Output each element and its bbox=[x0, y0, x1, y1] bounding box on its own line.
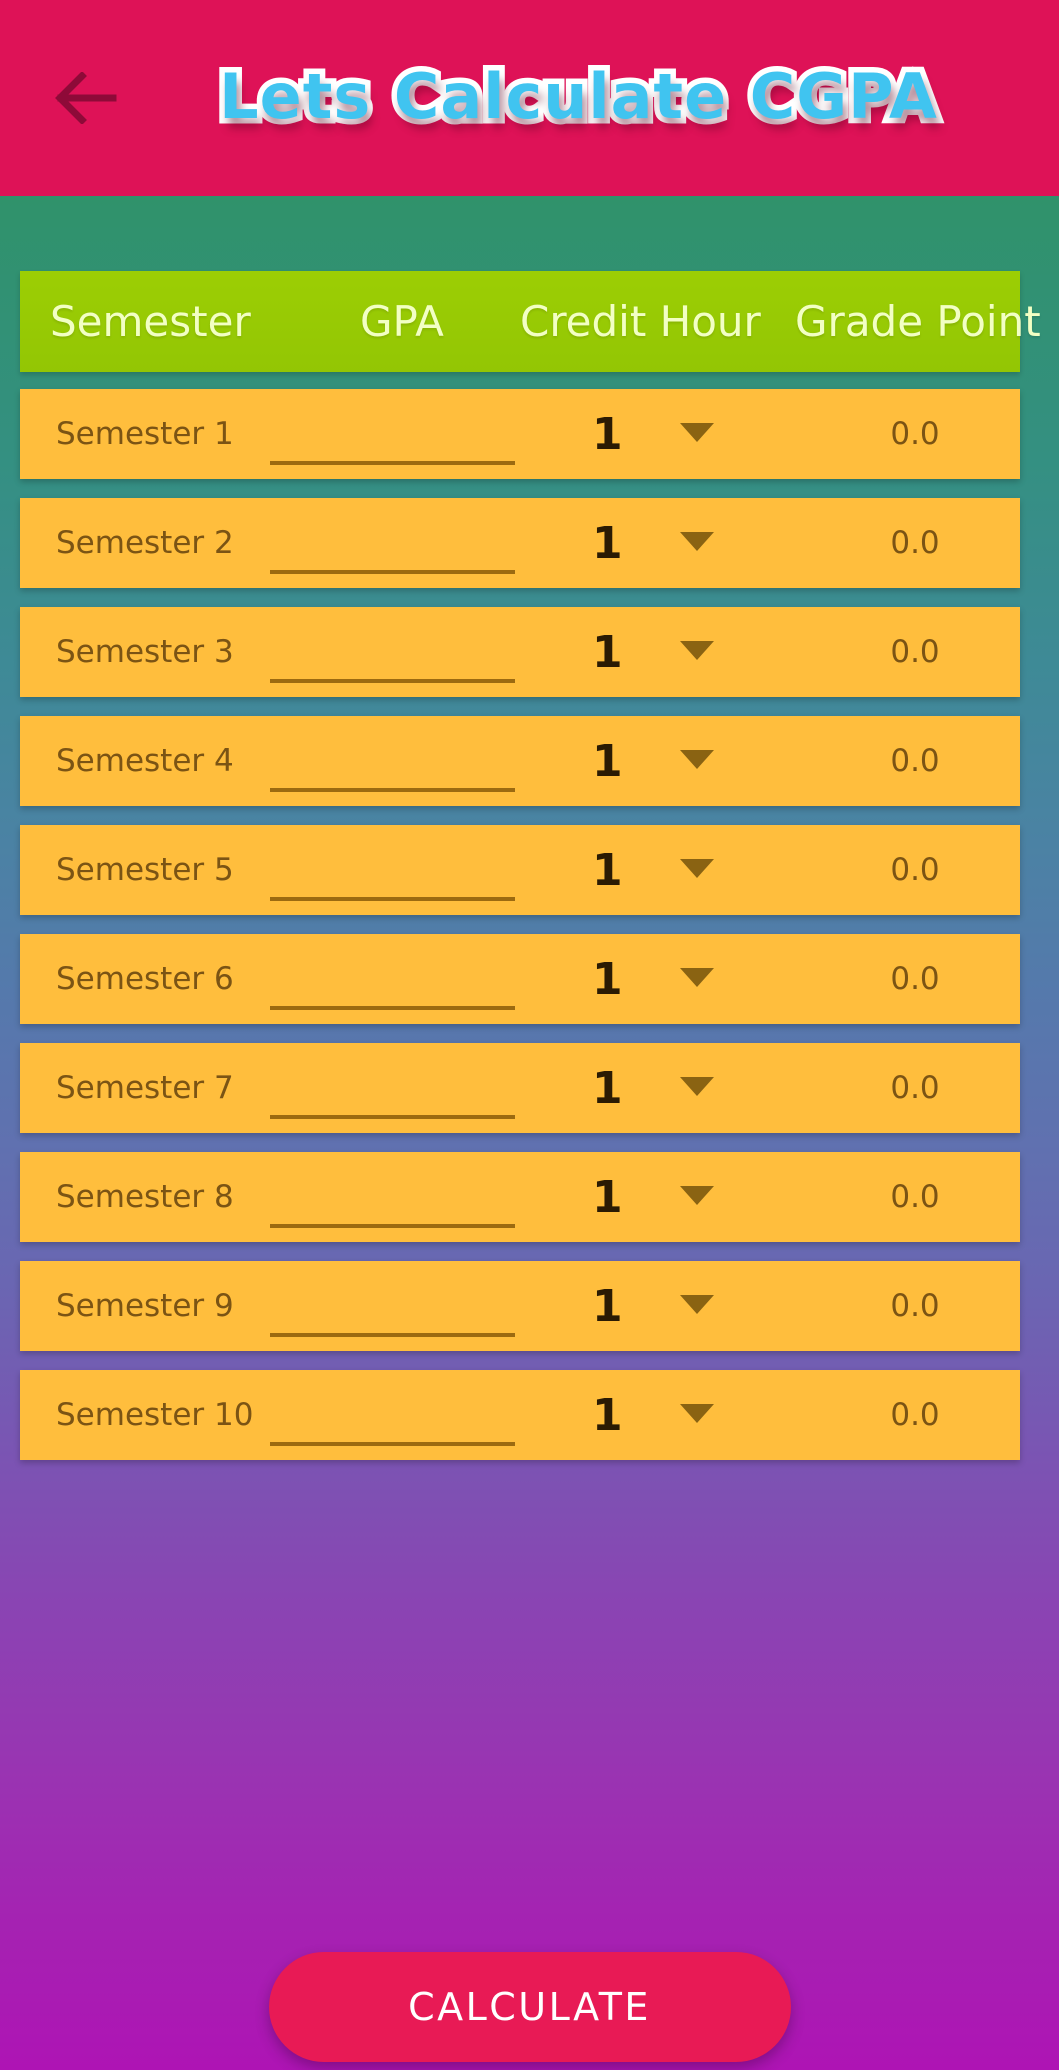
credit-hour-dropdown[interactable]: 1 bbox=[560, 1057, 795, 1119]
grade-point-value: 0.0 bbox=[890, 1179, 940, 1215]
chevron-down-icon bbox=[678, 1074, 716, 1102]
table-row: Semester 3 1 0.0 bbox=[20, 607, 1020, 697]
table-row: Semester 1 1 0.0 bbox=[20, 389, 1020, 479]
table-row: Semester 7 1 0.0 bbox=[20, 1043, 1020, 1133]
credit-hour-dropdown[interactable]: 1 bbox=[560, 1275, 795, 1337]
gpa-field-container bbox=[270, 948, 515, 1010]
table-body: Semester 1 1 0.0 Semester 2 1 0.0 Semester 3 1 0… bbox=[20, 389, 1020, 1460]
credit-hour-dropdown[interactable]: 1 bbox=[560, 621, 795, 683]
gpa-input[interactable] bbox=[270, 621, 515, 683]
semester-label: Semester 9 bbox=[56, 1288, 234, 1324]
credit-hour-value: 1 bbox=[592, 735, 623, 787]
app-bar: Lets Calculate CGPA bbox=[0, 0, 1059, 196]
grade-point-value: 0.0 bbox=[890, 1397, 940, 1433]
chevron-down-icon bbox=[678, 856, 716, 884]
gpa-input[interactable] bbox=[270, 730, 515, 792]
table-row: Semester 2 1 0.0 bbox=[20, 498, 1020, 588]
semester-label: Semester 4 bbox=[56, 743, 234, 779]
grade-point-value: 0.0 bbox=[890, 634, 940, 670]
semester-label: Semester 3 bbox=[56, 634, 234, 670]
credit-hour-value: 1 bbox=[592, 626, 623, 678]
gpa-field-container bbox=[270, 403, 515, 465]
chevron-down-icon bbox=[678, 1183, 716, 1211]
calculate-button-container: CALCULATE bbox=[0, 1952, 1059, 2062]
column-header-gpa: GPA bbox=[360, 297, 444, 346]
credit-hour-value: 1 bbox=[592, 1389, 623, 1441]
grade-point-value: 0.0 bbox=[890, 961, 940, 997]
back-arrow-icon bbox=[55, 72, 117, 124]
credit-hour-dropdown[interactable]: 1 bbox=[560, 839, 795, 901]
credit-hour-dropdown[interactable]: 1 bbox=[560, 403, 795, 465]
gpa-input[interactable] bbox=[270, 1275, 515, 1337]
semester-label: Semester 2 bbox=[56, 525, 234, 561]
gpa-field-container bbox=[270, 730, 515, 792]
gpa-field-container bbox=[270, 1166, 515, 1228]
grade-point-value: 0.0 bbox=[890, 1288, 940, 1324]
credit-hour-value: 1 bbox=[592, 844, 623, 896]
grade-point-value: 0.0 bbox=[890, 852, 940, 888]
back-button[interactable] bbox=[34, 46, 138, 150]
column-header-credit-hour: Credit Hour bbox=[520, 297, 761, 346]
semester-label: Semester 1 bbox=[56, 416, 234, 452]
grade-point-value: 0.0 bbox=[890, 525, 940, 561]
gpa-field-container bbox=[270, 839, 515, 901]
credit-hour-value: 1 bbox=[592, 1062, 623, 1114]
credit-hour-dropdown[interactable]: 1 bbox=[560, 1384, 795, 1446]
table-row: Semester 10 1 0.0 bbox=[20, 1370, 1020, 1460]
chevron-down-icon bbox=[678, 1292, 716, 1320]
gpa-input[interactable] bbox=[270, 1057, 515, 1119]
credit-hour-dropdown[interactable]: 1 bbox=[560, 948, 795, 1010]
gpa-field-container bbox=[270, 1057, 515, 1119]
semester-label: Semester 8 bbox=[56, 1179, 234, 1215]
credit-hour-value: 1 bbox=[592, 1280, 623, 1332]
table-row: Semester 6 1 0.0 bbox=[20, 934, 1020, 1024]
gpa-input[interactable] bbox=[270, 1384, 515, 1446]
credit-hour-dropdown[interactable]: 1 bbox=[560, 730, 795, 792]
gpa-input[interactable] bbox=[270, 1166, 515, 1228]
gpa-input[interactable] bbox=[270, 948, 515, 1010]
cgpa-calculator-screen: Lets Calculate CGPA Semester GPA Credit … bbox=[0, 0, 1059, 2070]
gpa-field-container bbox=[270, 621, 515, 683]
credit-hour-value: 1 bbox=[592, 1171, 623, 1223]
grade-point-value: 0.0 bbox=[890, 416, 940, 452]
credit-hour-value: 1 bbox=[592, 953, 623, 1005]
chevron-down-icon bbox=[678, 747, 716, 775]
calculate-button[interactable]: CALCULATE bbox=[268, 1952, 791, 2062]
credit-hour-dropdown[interactable]: 1 bbox=[560, 1166, 795, 1228]
chevron-down-icon bbox=[678, 638, 716, 666]
gpa-field-container bbox=[270, 512, 515, 574]
gpa-input[interactable] bbox=[270, 403, 515, 465]
table-row: Semester 5 1 0.0 bbox=[20, 825, 1020, 915]
credit-hour-dropdown[interactable]: 1 bbox=[560, 512, 795, 574]
semester-label: Semester 5 bbox=[56, 852, 234, 888]
credit-hour-value: 1 bbox=[592, 517, 623, 569]
app-bar-title-container: Lets Calculate CGPA bbox=[138, 54, 1059, 138]
table-row: Semester 9 1 0.0 bbox=[20, 1261, 1020, 1351]
grade-point-value: 0.0 bbox=[890, 1070, 940, 1106]
semester-label: Semester 6 bbox=[56, 961, 234, 997]
column-header-semester: Semester bbox=[50, 297, 251, 346]
chevron-down-icon bbox=[678, 529, 716, 557]
semester-label: Semester 7 bbox=[56, 1070, 234, 1106]
page-title: Lets Calculate CGPA bbox=[214, 54, 943, 138]
grade-point-value: 0.0 bbox=[890, 743, 940, 779]
table-header-row: Semester GPA Credit Hour Grade Point bbox=[20, 271, 1041, 372]
table-row: Semester 4 1 0.0 bbox=[20, 716, 1020, 806]
gpa-field-container bbox=[270, 1275, 515, 1337]
column-header-grade-point: Grade Point bbox=[795, 297, 1041, 346]
credit-hour-value: 1 bbox=[592, 408, 623, 460]
gpa-field-container bbox=[270, 1384, 515, 1446]
chevron-down-icon bbox=[678, 420, 716, 448]
gpa-input[interactable] bbox=[270, 839, 515, 901]
table-row: Semester 8 1 0.0 bbox=[20, 1152, 1020, 1242]
chevron-down-icon bbox=[678, 1401, 716, 1429]
chevron-down-icon bbox=[678, 965, 716, 993]
gpa-input[interactable] bbox=[270, 512, 515, 574]
semester-label: Semester 10 bbox=[56, 1397, 254, 1433]
semester-table: Semester GPA Credit Hour Grade Point Sem… bbox=[20, 271, 1041, 1479]
